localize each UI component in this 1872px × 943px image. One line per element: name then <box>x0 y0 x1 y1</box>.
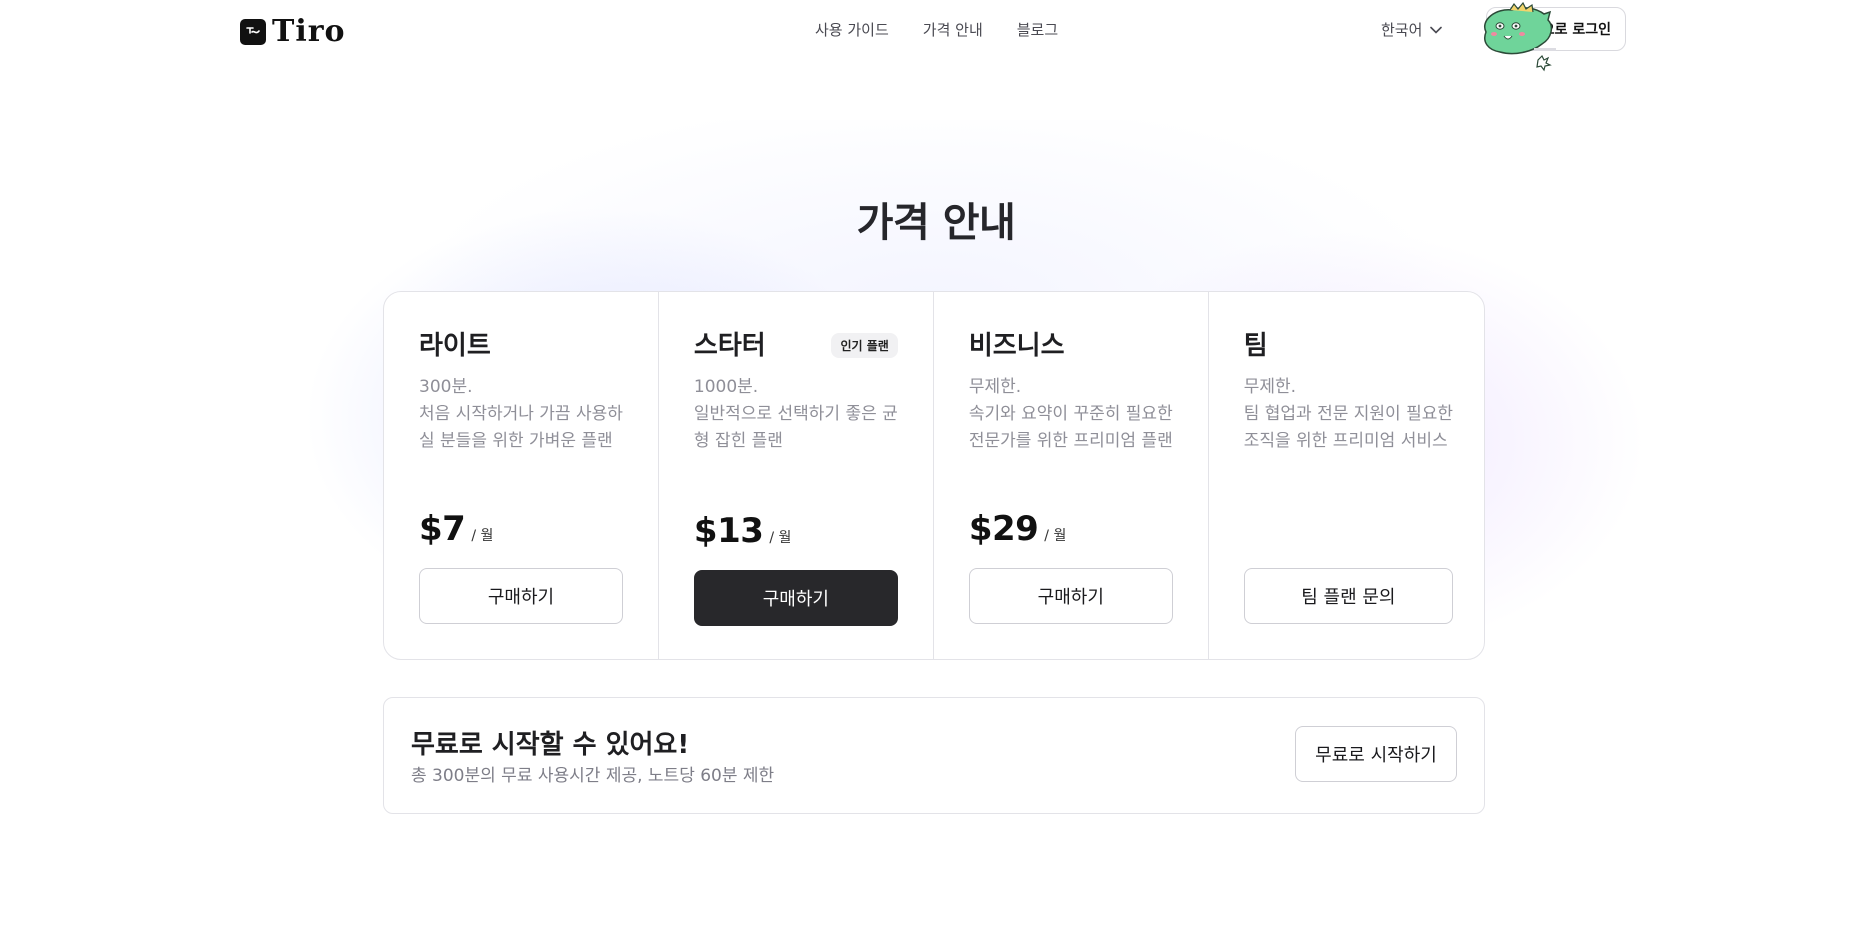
plan-minutes: 무제한. <box>968 377 1022 397</box>
price-unit: / 월 <box>1044 528 1067 544</box>
plan-desc-line: 형 잡힌 플랜 <box>693 431 783 451</box>
plan-desc-line: 실 분들을 위한 가벼운 플랜 <box>419 431 613 451</box>
popular-badge: 인기 플랜 <box>831 333 898 358</box>
price-amount: $29 <box>968 509 1039 549</box>
buy-business-button[interactable]: 구매하기 <box>968 568 1173 624</box>
green-dinosaur-mascot <box>1483 2 1556 72</box>
nav-blog[interactable]: 블로그 <box>1017 19 1058 40</box>
plan-minutes: 1000분. <box>693 377 759 397</box>
plan-business: 비즈니스 무제한. 속기와 요약이 꾸준히 필요한 전문가를 위한 프리미엄 플… <box>934 292 1209 659</box>
plan-description: 무제한. 팀 협업과 전문 지원이 필요한 조직을 위한 프리미엄 서비스 <box>1244 374 1453 455</box>
chevron-down-icon <box>1430 26 1443 34</box>
plan-minutes: 무제한. <box>1243 377 1297 397</box>
price-unit: / 월 <box>769 530 792 546</box>
nav-usage-guide[interactable]: 사용 가이드 <box>815 19 889 40</box>
plan-desc-line: 일반적으로 선택하기 좋은 균 <box>693 404 898 424</box>
price-unit: / 월 <box>471 528 494 544</box>
buy-starter-button[interactable]: 구매하기 <box>693 570 898 626</box>
plan-desc-line: 처음 시작하거나 가끔 사용하 <box>419 404 623 424</box>
plan-desc-line: 팀 협업과 전문 지원이 필요한 <box>1243 404 1454 424</box>
plan-price: $13 / 월 <box>694 511 792 551</box>
team-inquiry-button[interactable]: 팀 플랜 문의 <box>1243 568 1454 624</box>
price-amount: $13 <box>693 511 764 551</box>
plan-team: 팀 무제한. 팀 협업과 전문 지원이 필요한 조직을 위한 프리미엄 서비스 … <box>1209 292 1484 659</box>
plan-price: $7 / 월 <box>419 509 493 549</box>
nav-pricing[interactable]: 가격 안내 <box>923 19 983 40</box>
pricing-plans: 라이트 300분. 처음 시작하거나 가끔 사용하 실 분들을 위한 가벼운 플… <box>383 291 1485 660</box>
plan-description: 무제한. 속기와 요약이 꾸준히 필요한 전문가를 위한 프리미엄 플랜 <box>969 374 1173 455</box>
plan-description: 1000분. 일반적으로 선택하기 좋은 균 형 잡힌 플랜 <box>694 374 898 455</box>
free-subtitle: 총 300분의 무료 사용시간 제공, 노트당 60분 제한 <box>411 766 775 786</box>
language-selector[interactable]: 한국어 <box>1381 19 1443 40</box>
plan-desc-line: 조직을 위한 프리미엄 서비스 <box>1243 431 1448 451</box>
tiro-logo-icon <box>240 18 266 45</box>
logo[interactable]: Tiro <box>240 14 346 49</box>
top-header: Tiro 사용 가이드 가격 안내 블로그 한국어 으로 로그인 <box>0 0 1872 72</box>
main-nav: 사용 가이드 가격 안내 블로그 <box>815 19 1058 40</box>
plan-name: 비즈니스 <box>968 331 1065 361</box>
free-start-button[interactable]: 무료로 시작하기 <box>1295 726 1457 782</box>
plan-name: 팀 <box>1243 331 1268 361</box>
plan-desc-line: 속기와 요약이 꾸준히 필요한 <box>968 404 1173 424</box>
price-amount: $7 <box>419 509 466 549</box>
language-label: 한국어 <box>1381 21 1423 39</box>
plan-desc-line: 전문가를 위한 프리미엄 플랜 <box>968 431 1173 451</box>
buy-lite-button[interactable]: 구매하기 <box>419 568 623 624</box>
free-start-banner: 무료로 시작할 수 있어요! 총 300분의 무료 사용시간 제공, 노트당 6… <box>383 697 1485 814</box>
plan-minutes: 300분. <box>419 377 473 397</box>
free-title: 무료로 시작할 수 있어요! <box>411 730 690 760</box>
plan-description: 300분. 처음 시작하거나 가끔 사용하 실 분들을 위한 가벼운 플랜 <box>419 374 623 455</box>
plan-name: 라이트 <box>419 331 491 361</box>
page-title: 가격 안내 <box>856 200 1016 246</box>
plan-starter: 스타터 인기 플랜 1000분. 일반적으로 선택하기 좋은 균 형 잡힌 플랜… <box>659 292 934 659</box>
plan-price: $29 / 월 <box>969 509 1067 549</box>
plan-lite: 라이트 300분. 처음 시작하거나 가끔 사용하 실 분들을 위한 가벼운 플… <box>384 292 659 659</box>
logo-text: Tiro <box>272 14 346 49</box>
